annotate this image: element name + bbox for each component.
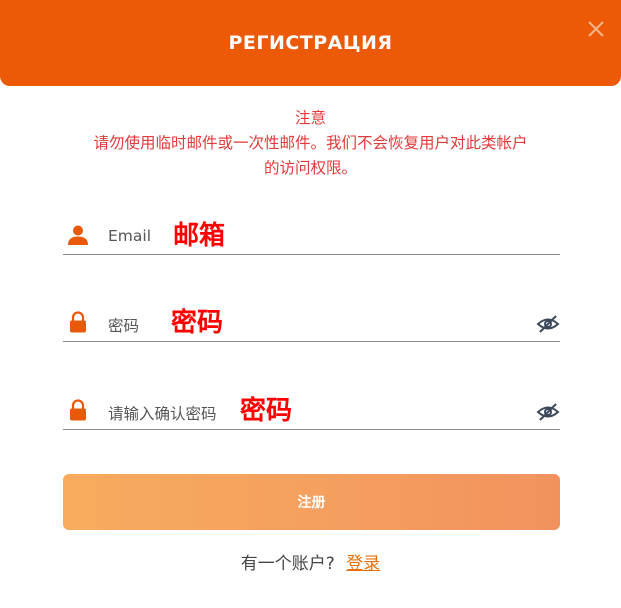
login-prompt: 有一个账户? 登录 [0, 549, 621, 574]
register-button[interactable]: 注册 [63, 474, 560, 530]
user-icon [68, 225, 88, 245]
password-value: 密码 [171, 308, 224, 338]
email-value: 邮箱 [173, 221, 226, 251]
confirm-password-field[interactable]: 请输入确认密码 密码 [63, 393, 560, 430]
password-label: 密码 [108, 317, 140, 335]
lock-icon [70, 311, 86, 333]
register-modal: РЕГИСТРАЦИЯ 注意 请勿使用临时邮件或一次性邮件。我们不会恢复用户对此… [0, 0, 621, 608]
login-link[interactable]: 登录 [346, 554, 380, 574]
notice-line-1: 请勿使用临时邮件或一次性邮件。我们不会恢复用户对此类帐户 [93, 134, 528, 152]
modal-header: РЕГИСТРАЦИЯ [0, 0, 621, 86]
register-button-label: 注册 [297, 495, 326, 511]
eye-off-icon[interactable] [536, 314, 560, 334]
notice-block: 注意 请勿使用临时邮件或一次性邮件。我们不会恢复用户对此类帐户 的访问权限。 [40, 106, 581, 181]
confirm-password-label: 请输入确认密码 [108, 405, 217, 423]
login-prompt-text: 有一个账户? [240, 554, 335, 574]
notice-title: 注意 [294, 109, 326, 127]
email-field[interactable]: Email 邮箱 [63, 218, 560, 255]
lock-icon [70, 399, 86, 421]
notice-line-2: 的访问权限。 [263, 159, 357, 177]
close-icon[interactable] [585, 18, 607, 40]
email-label: Email [108, 227, 152, 245]
eye-off-icon[interactable] [536, 402, 560, 422]
modal-title: РЕГИСТРАЦИЯ [228, 32, 393, 54]
password-field[interactable]: 密码 密码 [63, 305, 560, 342]
confirm-password-value: 密码 [240, 396, 293, 426]
